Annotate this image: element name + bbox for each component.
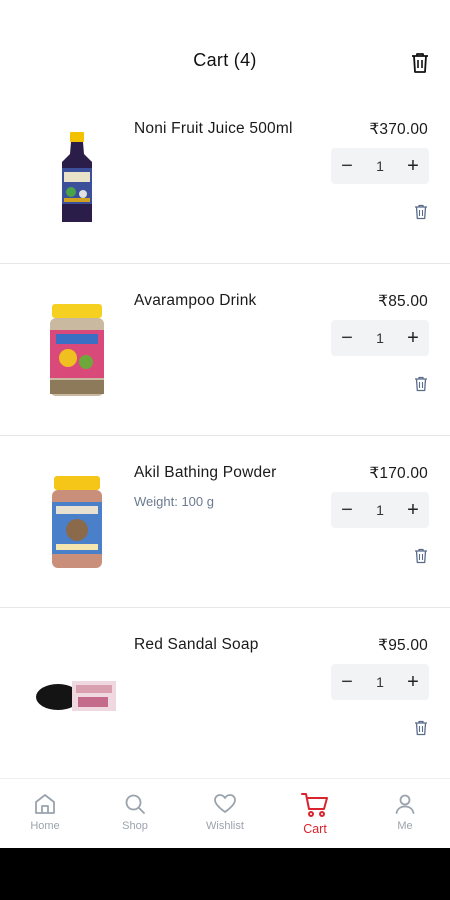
decrease-quantity-button[interactable]: − [331, 492, 363, 528]
product-price: ₹85.00 [378, 293, 428, 310]
bottom-navigation: Home Shop Wishlist Cart Me [0, 778, 450, 848]
quantity-value: 1 [376, 158, 384, 174]
nav-label: Home [30, 820, 60, 832]
product-name[interactable]: Red Sandal Soap [134, 636, 259, 654]
remove-item-button[interactable] [412, 547, 430, 565]
quantity-stepper: − 1 + [331, 320, 429, 356]
quantity-value: 1 [376, 330, 384, 346]
increase-quantity-button[interactable]: + [397, 664, 429, 700]
product-jar-image [50, 304, 104, 396]
product-name[interactable]: Avarampoo Drink [134, 292, 256, 310]
system-navigation-bar [0, 848, 450, 900]
product-image[interactable] [22, 118, 132, 238]
trash-icon [412, 53, 428, 73]
user-icon [395, 794, 415, 814]
search-icon [125, 794, 145, 814]
cart-item: Red Sandal Soap ₹95.00 − 1 + [0, 608, 450, 780]
app-header: Cart (4) [0, 0, 450, 100]
product-name[interactable]: Noni Fruit Juice 500ml [134, 120, 293, 138]
nav-label: Cart [303, 822, 327, 836]
product-price: ₹95.00 [378, 637, 428, 654]
home-icon [35, 794, 55, 814]
remove-item-button[interactable] [412, 375, 430, 393]
nav-label: Me [397, 820, 413, 832]
quantity-stepper: − 1 + [331, 664, 429, 700]
clear-cart-button[interactable] [407, 50, 433, 76]
increase-quantity-button[interactable]: + [397, 492, 429, 528]
cart-item: Avarampoo Drink ₹85.00 − 1 + [0, 264, 450, 436]
nav-label: Shop [122, 820, 148, 832]
soap-image [36, 681, 116, 711]
increase-quantity-button[interactable]: + [397, 148, 429, 184]
quantity-value: 1 [376, 674, 384, 690]
nav-item-me[interactable]: Me [360, 779, 450, 848]
remove-item-button[interactable] [412, 719, 430, 737]
nav-item-wishlist[interactable]: Wishlist [180, 779, 270, 848]
product-jar-image [52, 476, 102, 568]
remove-item-button[interactable] [412, 203, 430, 221]
trash-icon [415, 376, 427, 392]
nav-label: Wishlist [206, 820, 244, 832]
quantity-value: 1 [376, 502, 384, 518]
product-image[interactable] [22, 634, 132, 754]
trash-icon [415, 548, 427, 564]
cart-icon [301, 793, 328, 817]
nav-item-cart[interactable]: Cart [270, 779, 360, 848]
product-name[interactable]: Akil Bathing Powder [134, 464, 277, 482]
trash-icon [415, 720, 427, 736]
product-price: ₹170.00 [369, 465, 428, 482]
product-image[interactable] [22, 290, 132, 410]
nav-item-home[interactable]: Home [0, 779, 90, 848]
product-variant: Weight: 100 g [134, 494, 214, 509]
nav-item-shop[interactable]: Shop [90, 779, 180, 848]
cart-item: Akil Bathing Powder Weight: 100 g ₹170.0… [0, 436, 450, 608]
heart-icon [214, 794, 236, 813]
quantity-stepper: − 1 + [331, 148, 429, 184]
cart-item-list: Noni Fruit Juice 500ml ₹370.00 − 1 + Ava… [0, 92, 450, 780]
decrease-quantity-button[interactable]: − [331, 320, 363, 356]
increase-quantity-button[interactable]: + [397, 320, 429, 356]
cart-item: Noni Fruit Juice 500ml ₹370.00 − 1 + [0, 92, 450, 264]
trash-icon [415, 204, 427, 220]
decrease-quantity-button[interactable]: − [331, 664, 363, 700]
page-title: Cart (4) [193, 50, 257, 70]
decrease-quantity-button[interactable]: − [331, 148, 363, 184]
quantity-stepper: − 1 + [331, 492, 429, 528]
product-price: ₹370.00 [369, 121, 428, 138]
product-image[interactable] [22, 462, 132, 582]
juice-bottle-image [62, 132, 92, 222]
